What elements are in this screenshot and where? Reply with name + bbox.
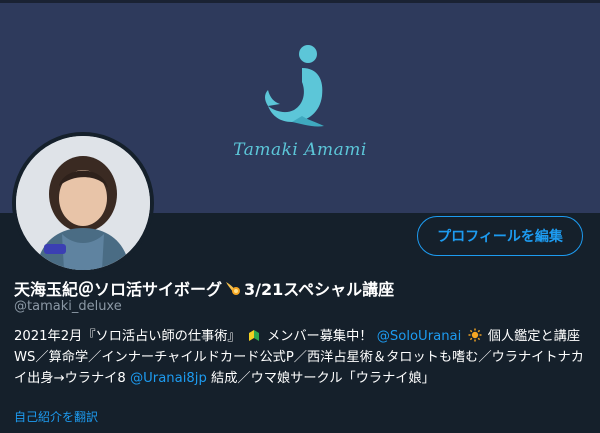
avatar-photo: [16, 136, 150, 270]
banner-logo-text: Tamaki Amami: [233, 140, 367, 160]
translate-bio-link[interactable]: 自己紹介を翻訳: [14, 408, 98, 425]
display-name-text-2: 3/21スペシャル講座: [244, 280, 395, 299]
banner-top-strip: [0, 0, 600, 3]
beginner-mark-icon: [248, 330, 259, 341]
bio-text-2: メンバー募集中！: [266, 329, 373, 344]
user-handle: @tamaki_deluxe: [14, 299, 122, 314]
mention-link-solouranai[interactable]: @SoloUranai: [377, 329, 462, 344]
sun-emoji-icon: [468, 328, 482, 342]
display-name: 天海玉紀＠ソロ活サイボーグ 3/21スペシャル講座: [14, 276, 394, 300]
comet-emoji-icon: [226, 282, 241, 295]
display-name-text-1: 天海玉紀＠ソロ活サイボーグ: [14, 280, 223, 299]
edit-profile-button[interactable]: プロフィールを編集: [417, 216, 583, 256]
seal-logo-icon: [265, 45, 324, 127]
mention-link-uranai8jp[interactable]: @Uranai8jp: [130, 371, 207, 386]
bio-text-1: 2021年2月『ソロ活占い師の仕事術』: [14, 329, 241, 344]
profile-bio: 2021年2月『ソロ活占い師の仕事術』 メンバー募集中！ @SoloUranai…: [14, 326, 586, 389]
bio-text-4: 結成／ウマ娘サークル「ウラナイ娘」: [211, 371, 435, 386]
avatar[interactable]: [12, 132, 154, 274]
